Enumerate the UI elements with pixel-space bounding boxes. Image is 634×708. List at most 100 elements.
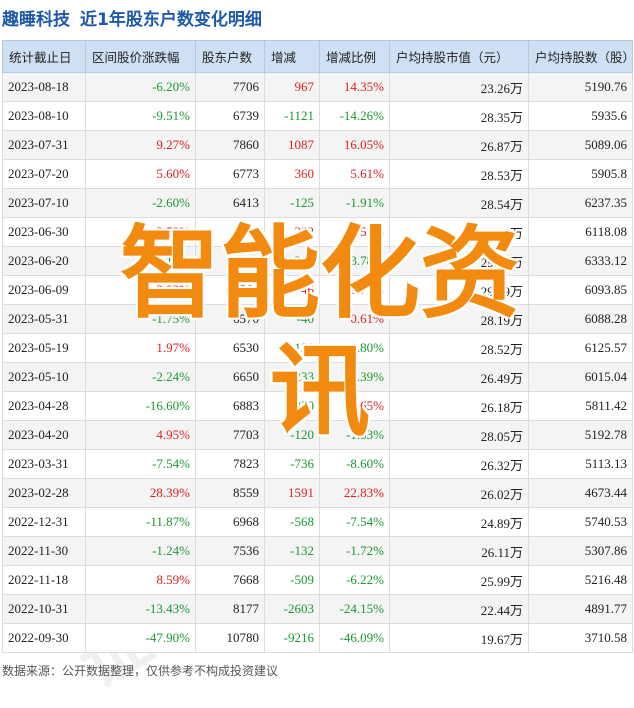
date-cell: 2022-11-18: [2, 565, 86, 595]
table-row[interactable]: 2023-03-31 -7.54% 7823 -736 -8.60% 26.32万 5113…: [2, 449, 633, 479]
price-change-cell: 2.58%: [85, 217, 196, 247]
holders-cell: 8177: [195, 594, 265, 624]
change-cell: 46: [264, 275, 320, 305]
column-header[interactable]: 户均持股数（股）: [528, 40, 634, 73]
avg-value-cell: 26.32万: [389, 449, 529, 479]
change-pct-cell: -1.72%: [319, 536, 390, 566]
company-name[interactable]: 趣睡科技: [2, 5, 70, 30]
avg-shares-cell: 5216.48: [528, 565, 633, 595]
avg-shares-cell: 6093.85: [528, 275, 633, 305]
change-pct-cell: -1.53%: [319, 420, 390, 450]
title-bar: 趣睡科技 近1年股东户数变化明细: [0, 0, 634, 34]
change-cell: -120: [264, 333, 320, 363]
date-cell: 2023-07-20: [2, 159, 86, 189]
avg-shares-cell: 5089.06: [528, 130, 633, 160]
table-row[interactable]: 2022-11-18 8.59% 7668 -509 -6.22% 25.99万 5216.…: [2, 565, 633, 595]
avg-shares-cell: 5740.53: [528, 507, 633, 537]
avg-value-cell: 28.52万: [389, 333, 529, 363]
avg-shares-cell: 6015.04: [528, 362, 633, 392]
shareholder-table: 统计截止日 区间股价涨跌幅 股东户数 增减 增减比例 户均持股市值（元） 户均持…: [2, 40, 634, 653]
table-row[interactable]: 2022-09-30 -47.90% 10780 -9216 -46.09% 19.67万…: [2, 623, 633, 653]
avg-value-cell: 26.11万: [389, 536, 529, 566]
price-change-cell: -9.51%: [85, 101, 196, 131]
change-cell: -509: [264, 565, 320, 595]
table-row[interactable]: 2022-12-31 -11.87% 6968 -568 -7.54% 24.89万 574…: [2, 507, 633, 537]
holders-cell: 6650: [195, 362, 265, 392]
table-row[interactable]: 2023-06-30 2.58% 6538 222 3.51% 28.00万 6118.08: [2, 217, 633, 247]
table-row[interactable]: 2022-10-31 -13.43% 8177 -2603 -24.15% 22.44万 4…: [2, 594, 633, 624]
holders-cell: 6570: [195, 304, 265, 334]
table-row[interactable]: 2023-05-10 -2.24% 6650 -233 -3.39% 26.49万 6015…: [2, 362, 633, 392]
avg-value-cell: 26.02万: [389, 478, 529, 508]
holders-cell: 6968: [195, 507, 265, 537]
change-pct-cell: -24.15%: [319, 594, 390, 624]
table-row[interactable]: 2023-08-10 -9.51% 6739 -1121 -14.26% 28.35万 59…: [2, 101, 633, 131]
date-cell: 2022-10-31: [2, 594, 86, 624]
change-cell: -40: [264, 304, 320, 334]
table-body: 2023-08-18 -6.20% 7706 967 14.35% 23.26万 5190.…: [2, 72, 633, 653]
change-cell: -120: [264, 420, 320, 450]
table-row[interactable]: 2022-11-30 -1.24% 7536 -132 -1.72% 26.11万 5307…: [2, 536, 633, 566]
holders-cell: 6773: [195, 159, 265, 189]
table-header-row: 统计截止日 区间股价涨跌幅 股东户数 增减 增减比例 户均持股市值（元） 户均持…: [2, 40, 634, 73]
source-note: 数据来源：公开数据整理，仅供参考不构成投资建议: [2, 664, 279, 678]
price-change-cell: -47.90%: [85, 623, 196, 653]
price-change-cell: -6.20%: [85, 72, 196, 102]
column-header[interactable]: 增减比例: [319, 40, 390, 73]
change-pct-cell: -1.80%: [319, 333, 390, 363]
date-cell: 2022-11-30: [2, 536, 86, 566]
table-row[interactable]: 2023-05-31 -1.75% 6570 -40 0.61% 28.19万 6088.2…: [2, 304, 633, 334]
avg-value-cell: 28.53万: [389, 159, 529, 189]
price-change-cell: -11.87%: [85, 507, 196, 537]
column-header[interactable]: 增减: [264, 40, 320, 73]
avg-shares-cell: 6237.35: [528, 188, 633, 218]
price-change-cell: 28.39%: [85, 478, 196, 508]
date-cell: 2023-05-19: [2, 333, 86, 363]
avg-value-cell: 28.05万: [389, 420, 529, 450]
date-cell: 2023-03-31: [2, 449, 86, 479]
avg-value-cell: 26.49万: [389, 362, 529, 392]
avg-value-cell: 28.35万: [389, 101, 529, 131]
price-change-cell: 8.59%: [85, 565, 196, 595]
holders-cell: 6564: [195, 275, 265, 305]
holders-cell: 7706: [195, 72, 265, 102]
table-row[interactable]: 2023-07-10 -2.60% 6413 -125 -1.91% 28.54万 6237…: [2, 188, 633, 218]
change-cell: -233: [264, 362, 320, 392]
table-row[interactable]: 2023-04-28 -16.60% 6883 -820 10.65% 26.18万 581…: [2, 391, 633, 421]
holders-cell: 6739: [195, 101, 265, 131]
holders-cell: 6883: [195, 391, 265, 421]
table-row[interactable]: 2023-07-20 5.60% 6773 360 5.61% 28.53万 5905.8: [2, 159, 633, 189]
avg-shares-cell: 6333.12: [528, 246, 633, 276]
price-change-cell: -7.54%: [85, 449, 196, 479]
date-cell: 2023-08-10: [2, 101, 86, 131]
holders-cell: 7668: [195, 565, 265, 595]
change-pct-cell: 5.61%: [319, 159, 390, 189]
change-cell: -132: [264, 536, 320, 566]
table-row[interactable]: 2023-06-09 3.03% 6564 46 0.71% 29.29万 6093.85: [2, 275, 633, 305]
price-change-cell: -2.24%: [85, 362, 196, 392]
holders-cell: 6530: [195, 333, 265, 363]
column-header[interactable]: 股东户数: [195, 40, 265, 73]
column-header[interactable]: 统计截止日: [2, 40, 86, 73]
avg-shares-cell: 4891.77: [528, 594, 633, 624]
avg-shares-cell: 4673.44: [528, 478, 633, 508]
column-header[interactable]: 户均持股市值（元）: [389, 40, 529, 73]
table-row[interactable]: 2023-06-20 -4.13% 6316 -248 -3.78% 29.00万 6333…: [2, 246, 633, 276]
change-pct-cell: 3.51%: [319, 217, 390, 247]
change-cell: 360: [264, 159, 320, 189]
holders-cell: 10780: [195, 623, 265, 653]
change-cell: -820: [264, 391, 320, 421]
price-change-cell: 4.95%: [85, 420, 196, 450]
table-row[interactable]: 2023-02-28 28.39% 8559 1591 22.83% 26.02万 4673…: [2, 478, 633, 508]
date-cell: 2023-07-31: [2, 130, 86, 160]
table-row[interactable]: 2023-04-20 4.95% 7703 -120 -1.53% 28.05万 5192.…: [2, 420, 633, 450]
column-header[interactable]: 区间股价涨跌幅: [85, 40, 196, 73]
table-row[interactable]: 2023-08-18 -6.20% 7706 967 14.35% 23.26万 5190.…: [2, 72, 633, 102]
change-cell: -248: [264, 246, 320, 276]
table-row[interactable]: 2023-05-19 1.97% 6530 -120 -1.80% 28.52万 6125.…: [2, 333, 633, 363]
holders-cell: 7860: [195, 130, 265, 160]
table-row[interactable]: 2023-07-31 9.27% 7860 1087 16.05% 26.87万 5089.…: [2, 130, 633, 160]
avg-shares-cell: 5905.8: [528, 159, 633, 189]
holders-cell: 6413: [195, 188, 265, 218]
avg-value-cell: 28.19万: [389, 304, 529, 334]
